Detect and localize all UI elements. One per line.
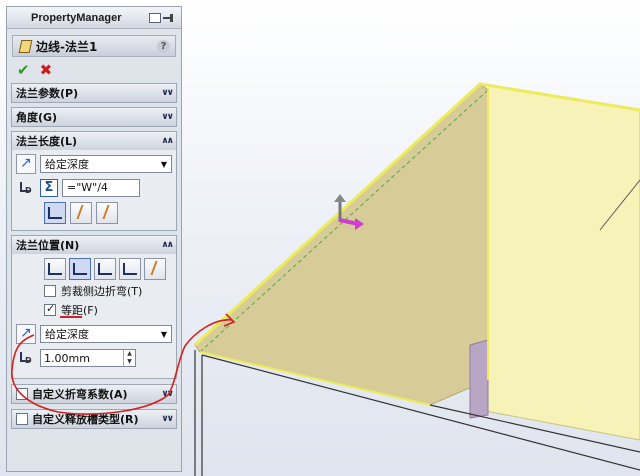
ok-cancel-row: ✔ ✖ <box>7 57 181 79</box>
feature-header: 边线-法兰1 ? <box>12 35 176 57</box>
group-flange-params[interactable]: 法兰参数(P) ∨∨ <box>11 83 177 103</box>
feature-name: 边线-法兰1 <box>36 39 98 54</box>
group-title: 法兰位置(N) <box>16 239 80 252</box>
spinner-arrows[interactable]: ▲ ▼ <box>123 350 135 366</box>
tangent-bend-button[interactable] <box>96 202 118 224</box>
dimension-icon <box>16 178 36 198</box>
inner-virtual-sharp-button[interactable] <box>70 202 92 224</box>
panel-titlebar: PropertyManager <box>7 7 181 29</box>
offset-end-condition-select[interactable]: 给定深度 ▼ <box>40 325 172 343</box>
length-equation-input[interactable]: ="W"/4 <box>62 179 140 197</box>
group-title: 自定义释放槽类型(R) <box>32 413 139 426</box>
select-value: 给定深度 <box>45 158 89 171</box>
group-custom-relief[interactable]: 自定义释放槽类型(R) ∨∨ <box>11 409 177 429</box>
custom-bend-checkbox[interactable] <box>16 388 28 400</box>
dropdown-arrow-icon: ▼ <box>160 159 167 169</box>
help-icon[interactable]: ? <box>157 39 170 53</box>
group-flange-position: 法兰位置(N)∧∧ 剪裁侧边折弯(T) 等距(F) 给定深度▼ 1.00mm▲▼ <box>11 235 177 379</box>
direction-arrow-icon[interactable] <box>16 324 36 344</box>
trim-side-bends-checkbox[interactable]: 剪裁侧边折弯(T) <box>44 283 172 299</box>
inner-face <box>469 339 489 419</box>
ok-icon[interactable]: ✔ <box>17 63 30 79</box>
pin-icon[interactable] <box>163 13 175 23</box>
flange-feature-icon <box>18 39 32 53</box>
cancel-icon[interactable]: ✖ <box>40 63 53 79</box>
side-flange-face[interactable] <box>479 83 640 441</box>
view-icon[interactable] <box>149 12 161 23</box>
edge-flange-face[interactable] <box>194 83 489 406</box>
group-custom-bend[interactable]: 自定义折弯系数(A) ∨∨ <box>11 384 177 404</box>
group-title: 角度(G) <box>16 111 58 124</box>
property-manager-panel: PropertyManager 边线-法兰1 ? ✔ ✖ 法兰参数(P) ∨∨ 角… <box>6 6 182 472</box>
chevron-down-icon[interactable]: ∨∨ <box>161 389 174 399</box>
flange-position-icon[interactable] <box>44 258 66 280</box>
sigma-icon[interactable]: Σ <box>40 179 58 197</box>
annotation-underline <box>60 316 82 318</box>
checkbox-label: 剪裁侧边折弯(T) <box>61 285 143 298</box>
group-angle[interactable]: 角度(G) ∨∨ <box>11 107 177 127</box>
chevron-down-icon[interactable]: ∨∨ <box>161 112 174 122</box>
panel-title: PropertyManager <box>31 11 122 24</box>
group-title: 自定义折弯系数(A) <box>32 388 128 401</box>
chevron-down-icon[interactable]: ∨∨ <box>161 88 174 98</box>
length-end-condition-select[interactable]: 给定深度 ▼ <box>40 155 172 173</box>
select-value: 给定深度 <box>45 328 89 341</box>
dimension-icon <box>16 348 36 368</box>
chevron-up-icon[interactable]: ∧∧ <box>161 136 174 146</box>
dropdown-arrow-icon: ▼ <box>160 329 167 339</box>
direction-arrow-icon[interactable] <box>16 154 36 174</box>
group-flange-length: 法兰长度(L) ∧∧ 给定深度 ▼ Σ ="W"/4 <box>11 131 177 231</box>
flange-position-icon[interactable] <box>94 258 116 280</box>
spin-value: 1.00mm <box>44 351 90 365</box>
flange-position-icon[interactable] <box>69 258 91 280</box>
offset-distance-input[interactable]: 1.00mm ▲ ▼ <box>40 349 136 367</box>
group-title: 法兰长度(L) <box>16 135 78 148</box>
flange-position-icon[interactable] <box>119 258 141 280</box>
custom-relief-checkbox[interactable] <box>16 413 28 425</box>
chevron-down-icon[interactable]: ∨∨ <box>161 414 174 424</box>
group-title: 法兰参数(P) <box>16 87 79 100</box>
chevron-up-icon[interactable]: ∧∧ <box>161 240 174 250</box>
outer-virtual-sharp-button[interactable] <box>44 202 66 224</box>
flange-position-icon[interactable] <box>144 258 166 280</box>
